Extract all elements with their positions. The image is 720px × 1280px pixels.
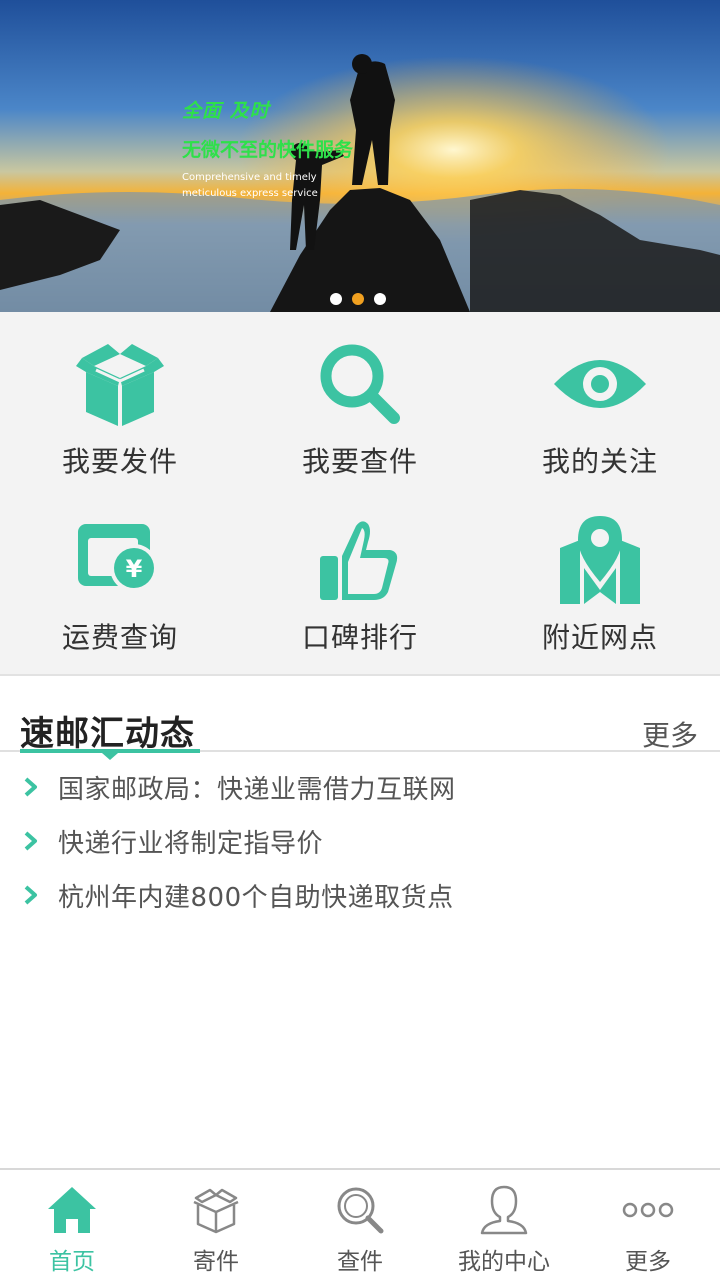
chevron-right-icon <box>24 777 37 797</box>
bottom-tab-bar: 首页 寄件 查件 我的中心 更多 <box>0 1168 720 1280</box>
news-list: 国家邮政局：快递业需借力互联网 快递行业将制定指导价 杭州年内建800个自助快递… <box>0 760 720 922</box>
tab-label: 更多 <box>625 1249 671 1275</box>
news-item-text: 杭州年内建800个自助快递取货点 <box>58 882 454 913</box>
banner-slogan: 全面 及时 无微不至的快件服务 Comprehensive and timely… <box>182 96 353 202</box>
search-outline-icon <box>330 1182 390 1238</box>
feature-label: 我的关注 <box>541 445 658 478</box>
feature-my-follows[interactable]: 我的关注 <box>480 312 720 484</box>
banner-headline-1: 全面 及时 <box>182 100 270 122</box>
feature-track-package[interactable]: 我要查件 <box>240 312 480 484</box>
thumbs-up-icon <box>300 512 420 608</box>
feature-fee-query[interactable]: ¥ 运费查询 <box>0 488 240 660</box>
carousel-dot[interactable] <box>330 293 342 305</box>
feature-reputation-ranking[interactable]: 口碑排行 <box>240 488 480 660</box>
feature-label: 口碑排行 <box>301 621 418 654</box>
map-pin-icon <box>540 512 660 608</box>
news-section-title: 速邮汇动态 <box>20 714 195 754</box>
news-item[interactable]: 快递行业将制定指导价 <box>0 814 720 868</box>
more-dots-icon <box>618 1182 678 1238</box>
news-item[interactable]: 杭州年内建800个自助快递取货点 <box>0 868 720 922</box>
tab-send[interactable]: 寄件 <box>144 1170 288 1280</box>
tab-track[interactable]: 查件 <box>288 1170 432 1280</box>
feature-label: 我要查件 <box>301 445 418 478</box>
tab-home[interactable]: 首页 <box>0 1170 144 1280</box>
banner-image <box>0 0 720 312</box>
news-header: 速邮汇动态 更多 <box>0 676 720 760</box>
chevron-right-icon <box>24 885 37 905</box>
tab-more[interactable]: 更多 <box>576 1170 720 1280</box>
news-item-text: 国家邮政局：快递业需借力互联网 <box>58 774 456 805</box>
user-icon <box>474 1182 534 1238</box>
tab-label: 我的中心 <box>458 1249 550 1275</box>
feature-label: 附近网点 <box>541 621 658 654</box>
home-icon <box>42 1182 102 1238</box>
chevron-right-icon <box>24 831 37 851</box>
tab-my-center[interactable]: 我的中心 <box>432 1170 576 1280</box>
tab-label: 查件 <box>337 1249 383 1275</box>
box-outline-icon <box>186 1182 246 1238</box>
tab-label: 寄件 <box>193 1249 239 1275</box>
news-more-link[interactable]: 更多 <box>642 714 698 754</box>
fee-card-icon: ¥ <box>60 512 180 608</box>
tab-label: 首页 <box>49 1249 95 1275</box>
feature-nearby-outlets[interactable]: 附近网点 <box>480 488 720 660</box>
news-item-text: 快递行业将制定指导价 <box>58 828 324 859</box>
banner-headline-2: 无微不至的快件服务 <box>182 139 354 161</box>
banner-tagline: Comprehensive and timely meticulous expr… <box>182 172 318 199</box>
svg-text:¥: ¥ <box>126 555 143 583</box>
news-item[interactable]: 国家邮政局：快递业需借力互联网 <box>0 760 720 814</box>
feature-label: 运费查询 <box>61 621 178 654</box>
carousel-dot[interactable] <box>374 293 386 305</box>
search-icon <box>300 336 420 432</box>
box-icon <box>60 336 180 432</box>
eye-icon <box>540 336 660 432</box>
feature-grid: 我要发件 我要查件 我的关注 ¥ 运费查询 口碑排行 附近网点 <box>0 312 720 676</box>
hero-banner[interactable]: 全面 及时 无微不至的快件服务 Comprehensive and timely… <box>0 0 720 312</box>
carousel-dot-active[interactable] <box>352 293 364 305</box>
carousel-indicator[interactable] <box>330 293 386 305</box>
feature-label: 我要发件 <box>61 445 178 478</box>
title-underline-notch <box>102 753 118 760</box>
feature-send-package[interactable]: 我要发件 <box>0 312 240 484</box>
